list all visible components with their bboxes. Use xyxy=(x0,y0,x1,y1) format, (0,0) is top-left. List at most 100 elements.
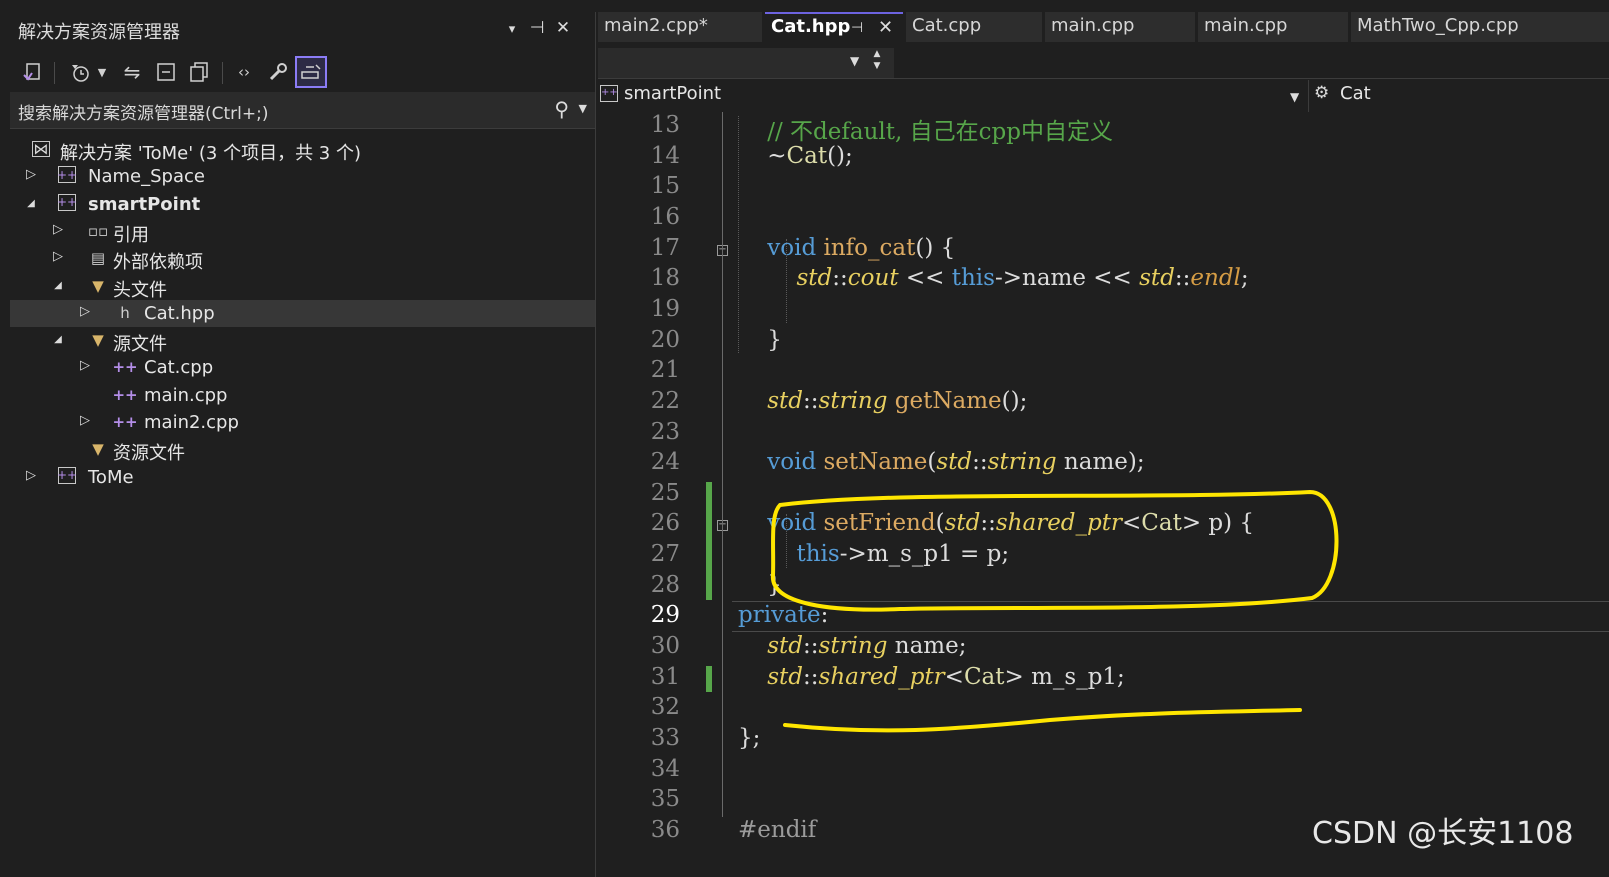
tree-item[interactable]: ▷ ++ ToMe xyxy=(10,464,595,491)
tree-item-label: 外部依赖项 xyxy=(113,252,203,274)
project-dropdown-chevron-icon[interactable]: ▼ xyxy=(1290,90,1299,104)
project-icon: ++ xyxy=(600,85,618,102)
code-token: std xyxy=(767,387,804,414)
tree-item-label: ToMe xyxy=(88,466,134,488)
code-line[interactable]: ~Cat(); xyxy=(738,143,853,169)
filter-dropdown-icon[interactable]: ▼ xyxy=(94,58,110,86)
code-line[interactable]: std::cout << this->name << std::endl; xyxy=(738,265,1249,291)
tab-close-icon[interactable]: ✕ xyxy=(878,17,893,38)
solution-explorer-toolbar: ▼ ⇋ ‹› xyxy=(10,50,595,90)
code-token: > m_s_p1; xyxy=(1004,663,1125,690)
code-line[interactable]: std::string getName(); xyxy=(738,388,1027,414)
code-token: setFriend xyxy=(823,510,936,537)
code-line[interactable]: void info_cat() { xyxy=(738,235,955,261)
code-token: this xyxy=(951,265,995,292)
tab-label: main.cpp xyxy=(1204,15,1288,36)
indent-guide xyxy=(786,238,788,323)
toolbar-separator xyxy=(54,62,55,84)
tab-label: Cat.hpp xyxy=(771,16,851,37)
code-token: () { xyxy=(915,234,956,261)
expand-arrow-icon[interactable]: ▷ xyxy=(24,167,38,182)
tree-item[interactable]: ▷ ++ Name_Space xyxy=(10,163,595,190)
code-line[interactable]: std::string name; xyxy=(738,633,966,659)
code-token: :: xyxy=(972,449,988,476)
project-icon: ++ xyxy=(56,466,78,484)
search-icon[interactable]: ⚲ xyxy=(554,97,569,121)
member-dropdown-chevron-icon[interactable]: ▼ xyxy=(850,54,859,68)
code-line[interactable]: } xyxy=(738,572,782,598)
code-line[interactable]: this->m_s_p1 = p; xyxy=(738,541,1010,567)
solution-explorer-search-box[interactable]: 搜索解决方案资源管理器(Ctrl+;) ⚲ ▼ xyxy=(10,92,595,129)
search-options-dropdown-icon[interactable]: ▼ xyxy=(579,102,587,115)
line-number: 35 xyxy=(650,786,680,813)
pending-changes-filter-icon[interactable] xyxy=(66,58,94,86)
scope-dropdown-label[interactable]: Cat xyxy=(1340,83,1371,104)
solution-explorer-panel: 解决方案资源管理器 ▾ ⊣ ✕ ▼ ⇋ ‹› 搜索解决方案资源管理器(Ctrl+… xyxy=(10,12,596,877)
line-number: 33 xyxy=(650,725,680,751)
collapse-arrow-icon[interactable]: ◢ xyxy=(51,334,65,345)
document-tab[interactable]: main.cpp xyxy=(1045,12,1195,42)
code-line[interactable]: void setName(std::string name); xyxy=(738,449,1144,476)
code-line[interactable]: #endif xyxy=(738,817,816,843)
collapse-arrow-icon[interactable]: ◢ xyxy=(51,280,65,291)
expand-arrow-icon[interactable]: ▷ xyxy=(78,413,92,428)
collapse-all-icon[interactable] xyxy=(152,58,180,86)
show-all-files-icon[interactable] xyxy=(185,58,213,86)
code-token: getName xyxy=(894,387,1002,414)
tree-item[interactable]: ▷ ++ Cat.cpp xyxy=(10,354,595,381)
tree-item[interactable]: ◢ ▼ 头文件 xyxy=(10,273,595,301)
code-line[interactable]: }; xyxy=(738,725,760,751)
sync-with-active-document-icon[interactable]: ⇋ xyxy=(118,58,146,86)
expand-arrow-icon[interactable]: ▷ xyxy=(51,222,65,237)
document-tab[interactable]: MathTwo_Cpp.cpp xyxy=(1351,12,1609,42)
code-token: :: xyxy=(803,387,819,414)
code-token: shared_ptr xyxy=(995,510,1122,537)
close-icon[interactable]: ✕ xyxy=(552,18,574,38)
pin-icon[interactable]: ⊣ xyxy=(526,18,548,38)
tab-pin-icon[interactable]: ⊣ xyxy=(851,20,863,36)
code-line[interactable]: private: xyxy=(738,602,828,628)
tree-item[interactable]: ▼ 资源文件 xyxy=(10,436,595,464)
code-token: (); xyxy=(827,142,853,169)
document-tab[interactable]: main.cpp xyxy=(1198,12,1348,42)
tree-item[interactable]: ++ main.cpp xyxy=(10,382,595,409)
code-editor[interactable]: 13 // 不default, 自己在cpp中自定义 14 ~Cat(); 15 16… xyxy=(598,112,1609,872)
search-placeholder: 搜索解决方案资源管理器(Ctrl+;) xyxy=(18,104,269,124)
line-number: 27 xyxy=(650,541,680,568)
tree-item[interactable]: ▷ ▫▫ 引用 xyxy=(10,218,595,246)
line-number: 28 xyxy=(650,571,680,598)
document-tab[interactable]: main2.cpp* xyxy=(598,12,762,42)
tree-item[interactable]: ▷ ▤ 外部依赖项 xyxy=(10,245,595,274)
tree-item[interactable]: ◢ ▼ 源文件 xyxy=(10,327,595,355)
code-token: setName xyxy=(823,449,928,476)
current-line-highlight xyxy=(732,601,1609,633)
code-token: void xyxy=(738,449,824,476)
expand-arrow-icon[interactable]: ▷ xyxy=(24,468,38,483)
document-tab[interactable]: Cat.hpp ⊣ ✕ xyxy=(765,12,903,42)
code-line[interactable]: // 不default, 自己在cpp中自定义 xyxy=(738,112,1113,146)
expand-arrow-icon[interactable]: ▷ xyxy=(78,304,92,319)
code-token: ->name << xyxy=(994,265,1140,292)
code-line[interactable]: void setFriend(std::shared_ptr<Cat> p) { xyxy=(738,510,1254,536)
document-tab[interactable]: Cat.cpp xyxy=(906,12,1042,42)
view-code-icon[interactable]: ‹› xyxy=(230,58,258,86)
project-dropdown-label[interactable]: smartPoint xyxy=(624,83,721,104)
code-token: Cat xyxy=(786,142,828,169)
properties-wrench-icon[interactable] xyxy=(264,58,292,86)
expand-arrow-icon[interactable]: ▷ xyxy=(78,358,92,373)
tree-item-label: 解决方案 'ToMe' (3 个项目，共 3 个) xyxy=(60,143,362,164)
expand-arrow-icon[interactable]: ▷ xyxy=(51,249,65,264)
window-menu-dropdown-icon[interactable]: ▾ xyxy=(501,20,523,40)
split-spinner-icon[interactable]: ▲ ▼ xyxy=(868,48,886,72)
tree-item[interactable]: ◢ ++ smartPoint xyxy=(10,191,595,218)
code-line[interactable]: } xyxy=(738,327,782,353)
tree-item[interactable]: ▷ ++ main2.cpp xyxy=(10,409,595,436)
tree-item[interactable]: ⋈ 解决方案 'ToMe' (3 个项目，共 3 个) xyxy=(10,136,595,164)
code-line[interactable]: std::shared_ptr<Cat> m_s_p1; xyxy=(738,664,1125,690)
collapse-arrow-icon[interactable]: ◢ xyxy=(24,198,38,209)
switch-views-icon[interactable] xyxy=(18,58,46,86)
code-token: ; xyxy=(1240,265,1249,292)
preview-selected-items-icon[interactable] xyxy=(295,56,327,88)
code-token: std xyxy=(944,510,981,537)
tree-item[interactable]: ▷ h Cat.hpp xyxy=(10,299,595,327)
